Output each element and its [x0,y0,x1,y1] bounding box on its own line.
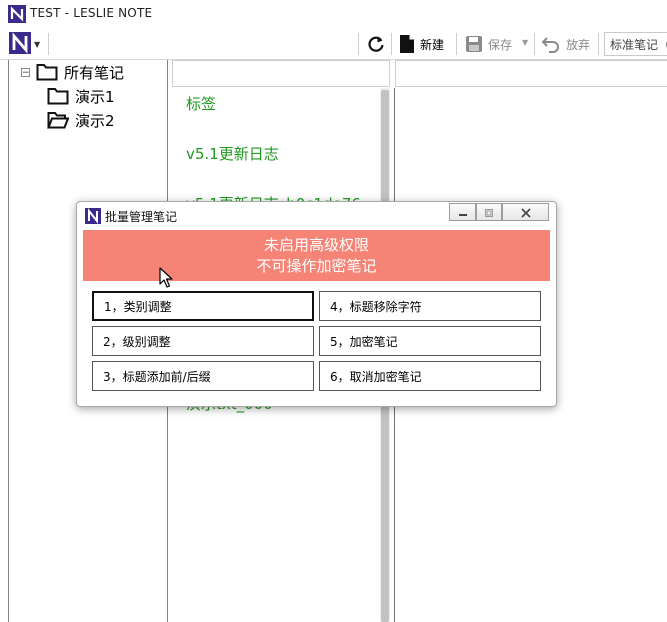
tree-item-demo2[interactable]: 演示2 [47,108,167,132]
title-bar: TEST - LESLIE NOTE [0,0,667,28]
folder-open-icon [47,112,69,129]
note-search-input[interactable] [172,60,390,87]
dialog-title: 批量管理笔记 [105,210,178,224]
level-adjust-button[interactable]: 2，级别调整 [92,326,314,356]
save-dropdown-icon[interactable]: ▼ [522,38,528,47]
undo-icon [541,37,559,53]
refresh-icon[interactable] [366,34,386,54]
chevron-down-icon[interactable]: ▼ [34,40,40,49]
maximize-button[interactable] [476,203,502,221]
toolbar-divider [358,33,359,55]
note-list-item[interactable]: 标签 [186,93,216,114]
app-logo-icon [85,208,101,224]
toolbar-divider [534,33,535,55]
collapse-icon[interactable]: − [21,67,30,77]
tree-item-demo1[interactable]: 演示1 [47,84,167,108]
decrypt-note-button[interactable]: 6，取消加密笔记 [319,361,541,391]
permission-warning-banner: 未启用高级权限 不可操作加密笔记 [83,230,550,281]
new-button-label: 新建 [420,37,445,52]
folder-icon [36,64,58,81]
save-disk-icon [466,36,482,52]
toolbar-divider [391,33,392,55]
discard-button[interactable]: 放弃 [541,32,590,56]
tree-item-label: 演示2 [75,111,115,130]
new-document-icon [400,35,414,53]
close-button[interactable] [502,203,549,221]
minimize-icon [458,214,467,216]
folder-icon [47,88,69,105]
mouse-cursor-icon [159,267,173,288]
toolbar-divider [456,33,457,55]
new-button[interactable]: 新建 [399,32,444,56]
batch-manage-dialog: 批量管理笔记 未启用高级权限 不可操作加密笔记 1，类别调整 4，标题移除字符 … [76,201,557,407]
tree-item-label: 所有笔记 [64,63,125,82]
toolbar-divider [48,33,49,55]
window-title: TEST - LESLIE NOTE [30,6,153,20]
note-type-select[interactable]: 标准笔记（ [604,32,667,56]
close-icon [520,208,531,218]
banner-line: 不可操作加密笔记 [256,257,377,275]
encrypt-note-button[interactable]: 5，加密笔记 [319,326,541,356]
note-list-item[interactable]: v5.1更新日志 [186,143,279,164]
maximize-icon [485,209,493,217]
toolbar-divider [598,33,599,55]
app-menu-icon[interactable] [8,31,32,55]
category-adjust-button[interactable]: 1，类别调整 [92,291,314,321]
app-logo-icon [8,5,26,23]
add-title-affix-button[interactable]: 3，标题添加前/后缀 [92,361,314,391]
tree-item-all-notes[interactable]: − 所有笔记 [21,60,167,84]
save-button[interactable]: 保存 [465,32,512,56]
remove-title-chars-button[interactable]: 4，标题移除字符 [319,291,541,321]
toolbar: ▼ 新建 保存 ▼ 放弃 标准笔记（ [0,28,667,60]
note-title-input[interactable] [395,60,667,87]
minimize-button[interactable] [449,203,476,221]
save-button-label: 保存 [488,37,513,52]
banner-line: 未启用高级权限 [263,236,369,254]
discard-button-label: 放弃 [566,37,591,52]
tree-item-label: 演示1 [75,87,115,106]
